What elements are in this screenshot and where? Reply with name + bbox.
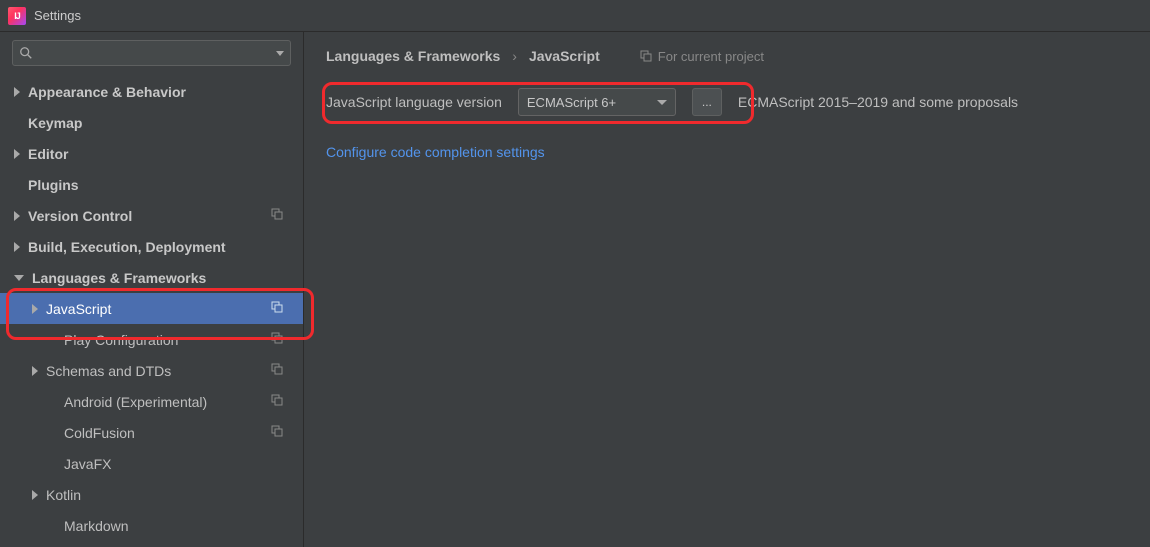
- settings-tree: Appearance & Behavior Keymap Editor Plugins…: [0, 76, 303, 547]
- sidebar-item-label: Plugins: [28, 177, 79, 193]
- sidebar-item-label: Schemas and DTDs: [46, 363, 171, 379]
- sidebar-item-keymap[interactable]: Keymap: [0, 107, 303, 138]
- chevron-right-icon: [32, 490, 38, 500]
- chevron-down-icon[interactable]: [276, 51, 284, 56]
- select-value: ECMAScript 6+: [527, 95, 616, 110]
- project-scope-icon: [271, 301, 283, 313]
- ellipsis-icon: ...: [702, 95, 712, 109]
- project-scope-icon: [271, 363, 283, 375]
- sidebar-item-label: Kotlin: [46, 487, 81, 503]
- sidebar-item-label: ColdFusion: [64, 425, 135, 441]
- window-title: Settings: [34, 8, 81, 23]
- sidebar-item-markdown[interactable]: Markdown: [0, 510, 303, 541]
- sidebar-item-label: Keymap: [28, 115, 82, 131]
- chevron-right-icon: [14, 242, 20, 252]
- chevron-right-icon: [32, 366, 38, 376]
- project-scope-icon: [271, 208, 283, 220]
- sidebar-item-android-experimental[interactable]: Android (Experimental): [0, 386, 303, 417]
- chevron-down-icon: [14, 275, 24, 281]
- sidebar-item-label: JavaScript: [46, 301, 111, 317]
- titlebar: Settings: [0, 0, 1150, 32]
- search-input[interactable]: [12, 40, 291, 66]
- sidebar-item-label: Version Control: [28, 208, 132, 224]
- chevron-down-icon: [657, 100, 667, 105]
- sidebar-item-coldfusion[interactable]: ColdFusion: [0, 417, 303, 448]
- language-version-select[interactable]: ECMAScript 6+: [518, 88, 676, 116]
- chevron-right-icon: [32, 304, 38, 314]
- settings-sidebar: Appearance & Behavior Keymap Editor Plugins…: [0, 32, 304, 547]
- chevron-right-icon: [14, 211, 20, 221]
- sidebar-item-label: Editor: [28, 146, 68, 162]
- sidebar-item-kotlin[interactable]: Kotlin: [0, 479, 303, 510]
- project-scope-label: For current project: [658, 49, 764, 64]
- sidebar-item-label: Markdown: [64, 518, 129, 534]
- breadcrumb-item[interactable]: Languages & Frameworks: [326, 48, 500, 64]
- version-description: ECMAScript 2015–2019 and some proposals: [738, 94, 1018, 110]
- sidebar-item-label: Languages & Frameworks: [32, 270, 206, 286]
- sidebar-item-version-control[interactable]: Version Control: [0, 200, 303, 231]
- project-scope-icon: [271, 394, 283, 406]
- project-scope-icon: [271, 425, 283, 437]
- sidebar-item-label: JavaFX: [64, 456, 111, 472]
- breadcrumb-item[interactable]: JavaScript: [529, 48, 600, 64]
- sidebar-item-plugins[interactable]: Plugins: [0, 169, 303, 200]
- sidebar-item-label: Android (Experimental): [64, 394, 207, 410]
- search-icon: [19, 46, 33, 60]
- copy-icon: [640, 50, 652, 62]
- project-scope-icon: [271, 332, 283, 344]
- sidebar-item-appearance-behavior[interactable]: Appearance & Behavior: [0, 76, 303, 107]
- language-version-label: JavaScript language version: [326, 94, 502, 110]
- sidebar-item-play-configuration[interactable]: Play Configuration: [0, 324, 303, 355]
- sidebar-item-javafx[interactable]: JavaFX: [0, 448, 303, 479]
- sidebar-item-label: Build, Execution, Deployment: [28, 239, 226, 255]
- sidebar-item-label: Play Configuration: [64, 332, 178, 348]
- sidebar-item-languages-frameworks[interactable]: Languages & Frameworks: [0, 262, 303, 293]
- sidebar-item-label: Appearance & Behavior: [28, 84, 186, 100]
- sidebar-item-build-execution-deployment[interactable]: Build, Execution, Deployment: [0, 231, 303, 262]
- content-panel: Languages & Frameworks › JavaScript For …: [304, 32, 1150, 547]
- chevron-right-icon: [14, 87, 20, 97]
- chevron-right-icon: [14, 149, 20, 159]
- sidebar-item-javascript[interactable]: JavaScript: [0, 293, 303, 324]
- app-icon: [8, 7, 26, 25]
- project-scope-badge: For current project: [640, 49, 764, 64]
- chevron-right-icon: ›: [512, 48, 517, 64]
- sidebar-item-editor[interactable]: Editor: [0, 138, 303, 169]
- configure-completion-link[interactable]: Configure code completion settings: [326, 144, 545, 160]
- browse-button[interactable]: ...: [692, 88, 722, 116]
- breadcrumb: Languages & Frameworks › JavaScript For …: [326, 48, 1128, 64]
- sidebar-item-schemas-and-dtds[interactable]: Schemas and DTDs: [0, 355, 303, 386]
